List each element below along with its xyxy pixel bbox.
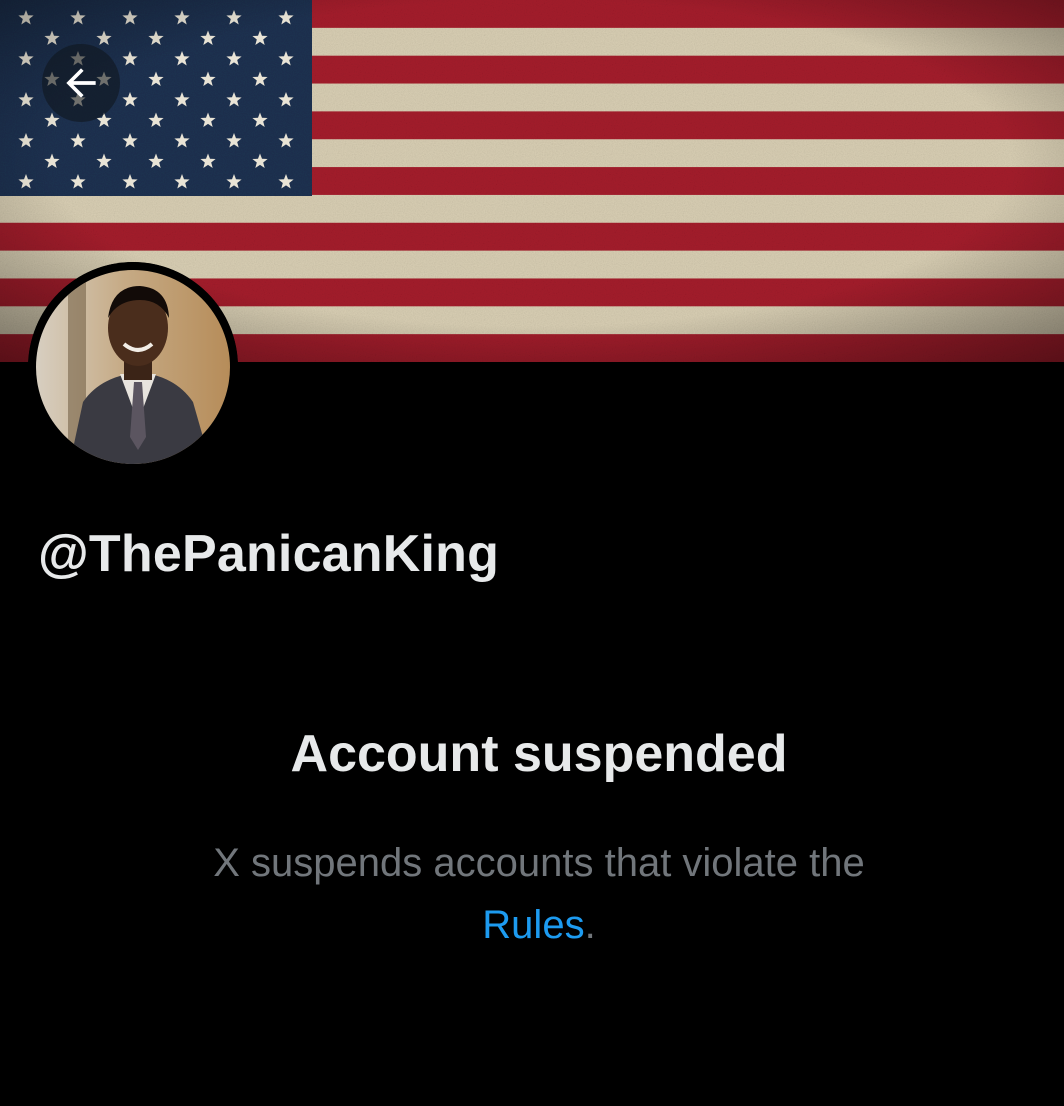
notice-body-text: X suspends accounts that violate the [213,841,865,885]
notice-title: Account suspended [290,725,788,783]
rules-link[interactable]: Rules [482,903,584,947]
profile-page: @ThePanicanKing Account suspended X susp… [0,0,1064,1106]
arrow-left-icon [66,68,96,98]
profile-handle: @ThePanicanKing [38,525,500,583]
notice-body: X suspends accounts that violate the Rul… [0,832,1064,956]
avatar[interactable] [28,262,238,472]
suspension-notice: Account suspended X suspends accounts th… [0,714,1064,956]
notice-body-suffix: . [584,903,596,947]
profile-photo [28,262,238,472]
back-button[interactable] [42,44,120,122]
